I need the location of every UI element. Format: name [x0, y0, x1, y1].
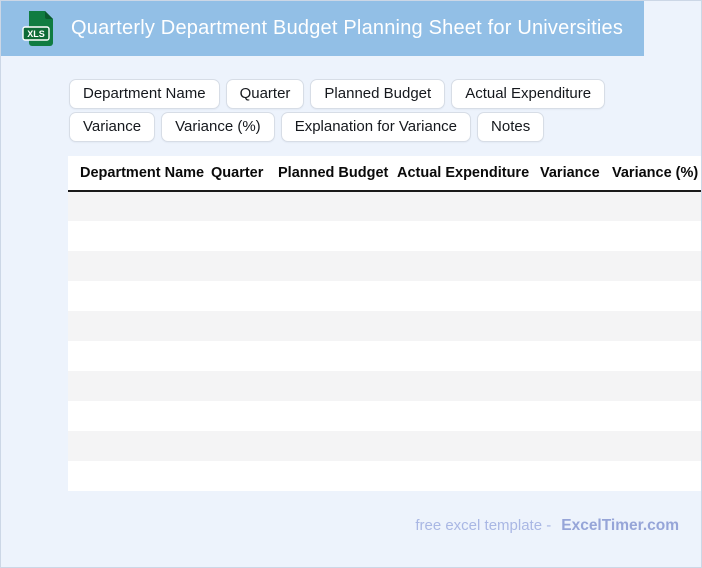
table-cell-empty [612, 311, 701, 341]
table-cell-empty [612, 341, 701, 371]
table-cell-empty [397, 191, 540, 221]
table-row [68, 431, 701, 461]
table-cell-empty [612, 221, 701, 251]
table-cell-empty [68, 221, 211, 251]
table-cell-empty [278, 401, 397, 431]
table-row [68, 251, 701, 281]
table-cell-empty [211, 461, 278, 491]
table-cell-empty [68, 191, 211, 221]
table-cell-empty [540, 431, 612, 461]
chip-planned-budget[interactable]: Planned Budget [310, 79, 446, 109]
column-chip-list: Department Name Quarter Planned Budget A… [69, 79, 669, 142]
table-cell-empty [612, 401, 701, 431]
col-header-actual-expenditure: Actual Expenditure [397, 156, 540, 192]
table-cell-empty [397, 281, 540, 311]
table-cell-empty [211, 281, 278, 311]
table-header-row: Department Name Quarter Planned Budget A… [68, 156, 701, 192]
footer-text: free excel template - [415, 517, 552, 534]
table-cell-empty [397, 401, 540, 431]
chip-actual-expenditure[interactable]: Actual Expenditure [451, 79, 606, 109]
table-row [68, 191, 701, 221]
col-header-quarter: Quarter [211, 156, 278, 192]
table-cell-empty [278, 281, 397, 311]
footer-brand-link[interactable]: ExcelTimer.com [561, 517, 679, 535]
table-row [68, 311, 701, 341]
table-cell-empty [540, 401, 612, 431]
table-cell-empty [68, 401, 211, 431]
table-row [68, 461, 701, 491]
col-header-variance-percent: Variance (%) [612, 156, 701, 192]
table-cell-empty [278, 341, 397, 371]
table-cell-empty [612, 371, 701, 401]
table-preview: Department Name Quarter Planned Budget A… [68, 156, 701, 491]
table-cell-empty [540, 251, 612, 281]
table-body [68, 191, 701, 491]
table-cell-empty [211, 371, 278, 401]
col-header-department-name: Department Name [68, 156, 211, 192]
col-header-variance: Variance [540, 156, 612, 192]
table-cell-empty [278, 461, 397, 491]
table-cell-empty [278, 311, 397, 341]
header-bar: XLS Quarterly Department Budget Planning… [1, 1, 644, 56]
table-cell-empty [540, 371, 612, 401]
footer: free excel template - ExcelTimer.com [415, 517, 679, 535]
table-row [68, 281, 701, 311]
table-cell-empty [278, 431, 397, 461]
table-cell-empty [540, 341, 612, 371]
chip-notes[interactable]: Notes [477, 112, 545, 142]
table-cell-empty [68, 251, 211, 281]
page-title: Quarterly Department Budget Planning She… [71, 17, 624, 39]
table-row [68, 221, 701, 251]
table-cell-empty [397, 311, 540, 341]
table-cell-empty [397, 341, 540, 371]
table-cell-empty [68, 311, 211, 341]
table-cell-empty [68, 341, 211, 371]
table-cell-empty [68, 371, 211, 401]
table-cell-empty [211, 431, 278, 461]
chip-department-name[interactable]: Department Name [69, 79, 220, 109]
table-cell-empty [211, 311, 278, 341]
chip-variance-percent[interactable]: Variance (%) [161, 112, 275, 142]
chip-quarter[interactable]: Quarter [225, 79, 305, 109]
table-cell-empty [278, 221, 397, 251]
table-cell-empty [540, 311, 612, 341]
table-cell-empty [612, 461, 701, 491]
table-cell-empty [397, 251, 540, 281]
table-cell-empty [397, 221, 540, 251]
table-row [68, 341, 701, 371]
table-cell-empty [278, 191, 397, 221]
table-cell-empty [612, 191, 701, 221]
table-cell-empty [211, 221, 278, 251]
table-cell-empty [397, 371, 540, 401]
table-cell-empty [278, 251, 397, 281]
table-cell-empty [211, 401, 278, 431]
table-row [68, 371, 701, 401]
table-cell-empty [68, 431, 211, 461]
template-preview-page: XLS Quarterly Department Budget Planning… [0, 0, 702, 568]
budget-table: Department Name Quarter Planned Budget A… [68, 156, 701, 491]
table-cell-empty [540, 191, 612, 221]
table-cell-empty [540, 281, 612, 311]
table-cell-empty [397, 431, 540, 461]
table-cell-empty [612, 251, 701, 281]
table-cell-empty [211, 191, 278, 221]
chip-variance[interactable]: Variance [69, 112, 156, 142]
table-cell-empty [397, 461, 540, 491]
table-cell-empty [612, 431, 701, 461]
table-cell-empty [211, 341, 278, 371]
xls-file-icon: XLS [22, 10, 53, 46]
table-cell-empty [68, 281, 211, 311]
table-cell-empty [211, 251, 278, 281]
table-cell-empty [540, 221, 612, 251]
col-header-planned-budget: Planned Budget [278, 156, 397, 192]
chip-explanation-variance[interactable]: Explanation for Variance [280, 112, 472, 142]
table-cell-empty [612, 281, 701, 311]
table-cell-empty [540, 461, 612, 491]
table-cell-empty [278, 371, 397, 401]
xls-icon-label: XLS [27, 29, 45, 39]
table-row [68, 401, 701, 431]
table-cell-empty [68, 461, 211, 491]
